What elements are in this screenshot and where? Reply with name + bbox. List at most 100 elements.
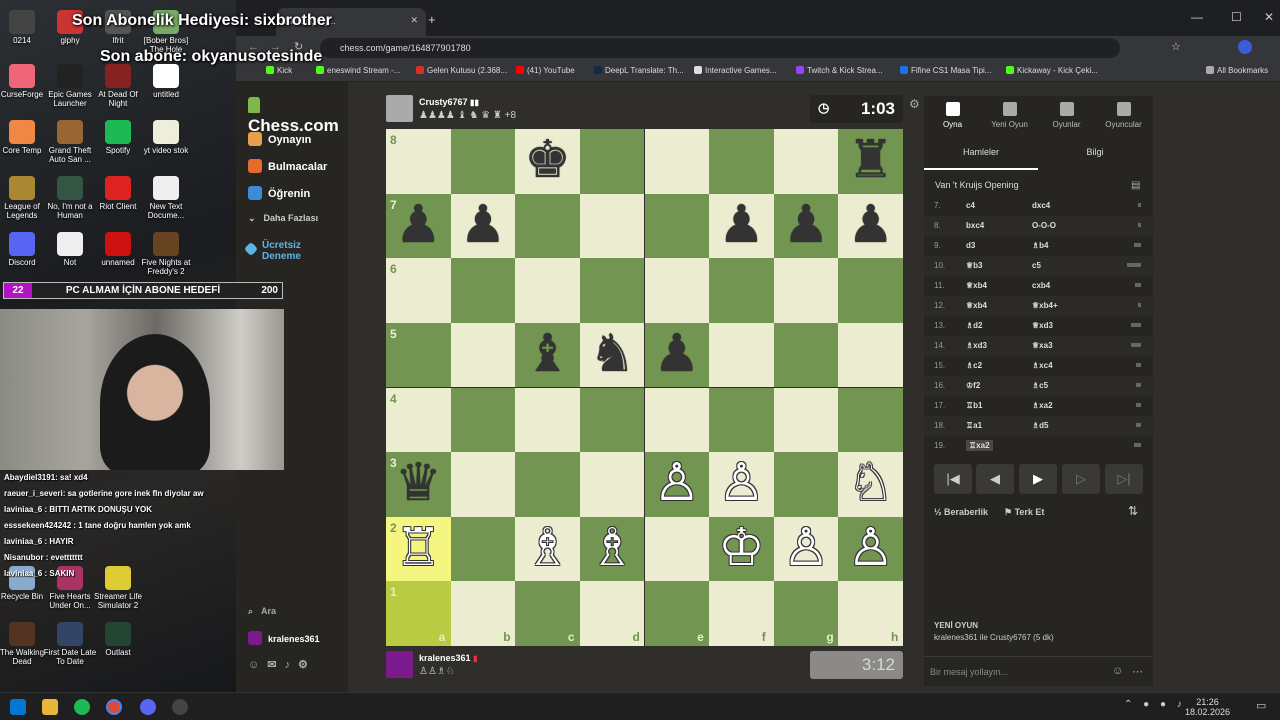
bell-icon[interactable]: ♪ <box>284 659 298 671</box>
nav-learn[interactable]: Öğrenin <box>248 186 310 200</box>
square-b7[interactable] <box>450 193 516 259</box>
black-move[interactable]: ♗b4 <box>1032 241 1049 250</box>
obs-icon[interactable] <box>172 699 188 715</box>
nav-search[interactable]: ⌕ Ara <box>248 606 276 617</box>
minimize-button[interactable]: — <box>1191 10 1203 24</box>
trash-icon[interactable]: ▤ <box>1131 180 1140 191</box>
nav-free-trial[interactable]: Ücretsiz Deneme <box>243 240 338 262</box>
black-move[interactable]: ♕xb4+ <box>1032 301 1058 310</box>
black-move[interactable]: ♗xa2 <box>1032 401 1053 410</box>
next-move-button[interactable]: ▷ <box>1062 464 1100 494</box>
chrome-icon[interactable] <box>106 699 122 715</box>
desktop-icon[interactable]: Outlast <box>90 622 146 658</box>
square-c3[interactable] <box>515 452 580 517</box>
first-move-button[interactable]: |◀ <box>934 464 972 494</box>
square-d5[interactable] <box>579 322 645 388</box>
square-d2[interactable] <box>579 516 645 582</box>
chesscom-logo[interactable]: Chess.com <box>248 96 348 136</box>
square-e5[interactable] <box>644 322 710 388</box>
square-b4[interactable] <box>450 387 516 453</box>
opponent-avatar[interactable] <box>386 95 413 122</box>
black-move[interactable]: cxb4 <box>1032 281 1050 290</box>
bookmark-item[interactable]: Fifine CS1 Masa Tipi... <box>900 66 991 75</box>
white-move[interactable]: ♔f2 <box>966 381 980 390</box>
square-f3[interactable] <box>709 452 774 517</box>
square-f5[interactable] <box>709 322 774 388</box>
square-c8[interactable] <box>515 129 580 194</box>
bookmark-item[interactable]: Interactive Games... <box>694 66 777 75</box>
square-h6[interactable] <box>838 258 903 323</box>
flip-board-icon[interactable]: ⇅ <box>1128 504 1138 518</box>
tab-games[interactable]: Oyunlar <box>1038 102 1095 129</box>
tray-icons[interactable]: ⌃ ● ● ♪ <box>1124 699 1186 710</box>
square-g2[interactable] <box>773 516 839 582</box>
square-d6[interactable] <box>579 258 645 323</box>
square-h2[interactable] <box>838 516 903 582</box>
file-explorer-icon[interactable] <box>42 699 58 715</box>
white-move[interactable]: ♕b3 <box>966 261 983 270</box>
bookmark-item[interactable]: Gelen Kutusu (2.368... <box>416 66 507 75</box>
square-c7[interactable] <box>515 193 580 259</box>
white-move[interactable]: ♗xd3 <box>966 341 987 350</box>
white-move[interactable]: ♖xa2 <box>966 440 993 451</box>
player-name[interactable]: kralenes361 ▮ <box>419 653 477 663</box>
draw-button[interactable]: ½ Beraberlik <box>934 507 988 517</box>
spotify-icon[interactable] <box>74 699 90 715</box>
square-b8[interactable] <box>450 129 516 194</box>
white-move[interactable]: ♕xb4 <box>966 301 987 310</box>
url-field[interactable]: chess.com/game/164877901780 <box>320 38 1120 58</box>
black-move[interactable]: ♕xd3 <box>1032 321 1053 330</box>
board-settings-gear-icon[interactable]: ⚙ <box>909 97 920 111</box>
black-move[interactable]: ♗c5 <box>1032 381 1048 390</box>
emoji-icon[interactable]: ☺ <box>1112 665 1123 677</box>
square-h5[interactable] <box>838 322 903 388</box>
tab-moves[interactable]: Hamleler <box>924 142 1038 170</box>
white-move[interactable]: ♖b1 <box>966 401 983 410</box>
square-d7[interactable] <box>579 193 645 259</box>
square-h7[interactable] <box>838 193 903 259</box>
white-move[interactable]: ♗c2 <box>966 361 982 370</box>
clock[interactable]: 21:26 18.02.2026 <box>1185 697 1230 717</box>
bookmark-item[interactable]: (41) YouTube <box>516 66 575 75</box>
chessboard[interactable]: 8 7 6 5 4 3 2 1 a b c d e f g h ♚ ♜ ♟ ♟ ♟ ♟ ♟ ♝ ♞ ♟ ♛ ♙ ♙ ♘ ♖ ♗ ♗ ♔ ♙ ♙ <box>386 129 903 646</box>
square-e4[interactable] <box>644 387 710 453</box>
square-b6[interactable] <box>450 258 516 323</box>
bookmark-item[interactable]: eneswind Stream -... <box>316 66 400 75</box>
square-g4[interactable] <box>773 387 839 453</box>
white-move[interactable]: c4 <box>966 201 975 210</box>
square-c4[interactable] <box>515 387 580 453</box>
play-button[interactable]: ▶ <box>1019 464 1057 494</box>
black-move[interactable]: ♕xa3 <box>1032 341 1053 350</box>
white-move[interactable]: bxc4 <box>966 221 984 230</box>
square-d4[interactable] <box>579 387 645 453</box>
square-c6[interactable] <box>515 258 580 323</box>
square-f8[interactable] <box>709 129 774 194</box>
black-move[interactable]: O-O-O <box>1032 221 1056 230</box>
nav-play[interactable]: Oynayın <box>248 132 311 146</box>
opponent-name[interactable]: Crusty6767 ▮▮ <box>419 97 479 107</box>
more-icon[interactable]: ⋯ <box>1132 665 1143 678</box>
black-move[interactable]: ♗d5 <box>1032 421 1049 430</box>
windows-start-icon[interactable] <box>10 699 26 715</box>
square-g3[interactable] <box>773 452 839 517</box>
profile-avatar[interactable] <box>1238 40 1252 54</box>
white-move[interactable]: ♕xb4 <box>966 281 987 290</box>
square-h8[interactable] <box>838 129 903 194</box>
maximize-button[interactable]: ☐ <box>1231 10 1242 24</box>
bookmark-item[interactable]: Kickaway - Kick Çeki... <box>1006 66 1098 75</box>
square-c5[interactable] <box>515 322 580 388</box>
square-g7[interactable] <box>773 193 839 259</box>
bookmark-item[interactable]: Kick <box>266 66 292 75</box>
square-d3[interactable] <box>579 452 645 517</box>
tab-players[interactable]: Oyuncular <box>1095 102 1152 129</box>
prev-move-button[interactable]: ◀ <box>976 464 1014 494</box>
discord-icon[interactable] <box>140 699 156 715</box>
player-avatar[interactable] <box>386 651 413 678</box>
all-bookmarks-button[interactable]: All Bookmarks <box>1206 66 1268 75</box>
square-d8[interactable] <box>579 129 645 194</box>
notification-icon[interactable]: ▭ <box>1256 699 1266 712</box>
square-g6[interactable] <box>773 258 839 323</box>
gear-icon[interactable]: ⚙ <box>298 659 316 671</box>
tab-info[interactable]: Bilgi <box>1038 142 1152 170</box>
tab-new-game[interactable]: Yeni Oyun <box>981 102 1038 129</box>
